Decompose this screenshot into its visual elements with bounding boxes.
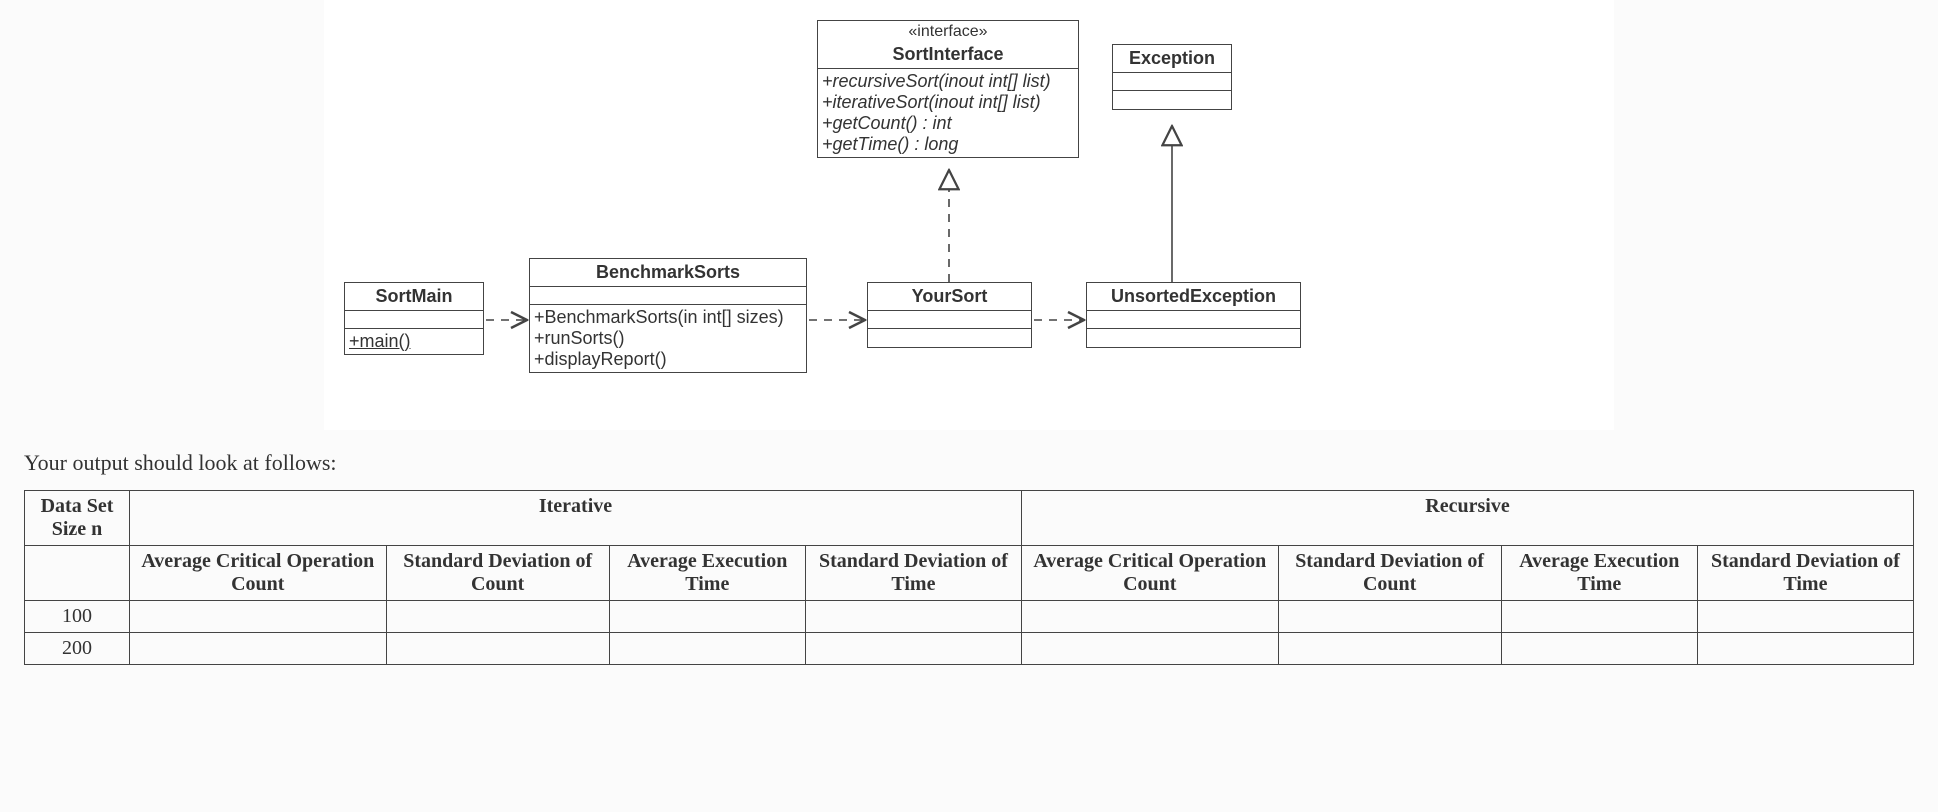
cell <box>386 601 609 633</box>
cell <box>1697 633 1913 665</box>
operation: +main() <box>349 331 479 352</box>
class-yoursort: YourSort <box>867 282 1032 348</box>
operations: +BenchmarkSorts(in int[] sizes) +runSort… <box>530 305 806 372</box>
operation: +getCount() : int <box>822 113 1074 134</box>
cell <box>130 633 387 665</box>
operation: +runSorts() <box>534 328 802 349</box>
cell <box>1021 633 1278 665</box>
table-row: 200 <box>25 633 1914 665</box>
table-header-row: Data Set Size n Iterative Recursive <box>25 491 1914 546</box>
attributes <box>345 311 483 329</box>
output-caption: Your output should look at follows: <box>24 450 1938 476</box>
cell <box>609 633 805 665</box>
class-name: SortInterface <box>818 41 1078 69</box>
cell <box>1501 601 1697 633</box>
operations <box>1087 329 1300 347</box>
dataset-size-value: 100 <box>25 601 130 633</box>
header-recursive: Recursive <box>1021 491 1913 546</box>
operation: +iterativeSort(inout int[] list) <box>822 92 1074 113</box>
class-benchmarksorts: BenchmarkSorts +BenchmarkSorts(in int[] … <box>529 258 807 373</box>
header-iterative: Iterative <box>130 491 1022 546</box>
attributes <box>1087 311 1300 329</box>
class-name: SortMain <box>345 283 483 311</box>
operations <box>868 329 1031 347</box>
subheader: Standard Deviation of Count <box>386 546 609 601</box>
class-sortmain: SortMain +main() <box>344 282 484 355</box>
subheader: Average Critical Operation Count <box>1021 546 1278 601</box>
subheader-empty <box>25 546 130 601</box>
operations <box>1113 91 1231 109</box>
cell <box>130 601 387 633</box>
cell <box>1021 601 1278 633</box>
subheader: Standard Deviation of Time <box>805 546 1021 601</box>
output-table: Data Set Size n Iterative Recursive Aver… <box>24 490 1914 665</box>
dataset-size-value: 200 <box>25 633 130 665</box>
subheader: Average Critical Operation Count <box>130 546 387 601</box>
class-exception: Exception <box>1112 44 1232 110</box>
operation: +displayReport() <box>534 349 802 370</box>
stereotype: «interface» <box>818 21 1078 41</box>
cell <box>805 601 1021 633</box>
attributes <box>1113 73 1231 91</box>
subheader: Average Execution Time <box>609 546 805 601</box>
class-name: BenchmarkSorts <box>530 259 806 287</box>
operation: +recursiveSort(inout int[] list) <box>822 71 1074 92</box>
header-dataset-size: Data Set Size n <box>25 491 130 546</box>
attributes <box>530 287 806 305</box>
cell <box>1501 633 1697 665</box>
subheader: Average Execution Time <box>1501 546 1697 601</box>
cell <box>1278 633 1501 665</box>
operations: +recursiveSort(inout int[] list) +iterat… <box>818 69 1078 157</box>
class-sortinterface: «interface» SortInterface +recursiveSort… <box>817 20 1079 158</box>
operation: +BenchmarkSorts(in int[] sizes) <box>534 307 802 328</box>
attributes <box>868 311 1031 329</box>
class-unsortedexception: UnsortedException <box>1086 282 1301 348</box>
operations: +main() <box>345 329 483 354</box>
cell <box>609 601 805 633</box>
class-name: UnsortedException <box>1087 283 1300 311</box>
uml-class-diagram: «interface» SortInterface +recursiveSort… <box>324 0 1614 430</box>
operation: +getTime() : long <box>822 134 1074 155</box>
subheader: Standard Deviation of Time <box>1697 546 1913 601</box>
table-subheader-row: Average Critical Operation Count Standar… <box>25 546 1914 601</box>
class-name: Exception <box>1113 45 1231 73</box>
cell <box>805 633 1021 665</box>
cell <box>1697 601 1913 633</box>
table-row: 100 <box>25 601 1914 633</box>
cell <box>1278 601 1501 633</box>
subheader: Standard Deviation of Count <box>1278 546 1501 601</box>
cell <box>386 633 609 665</box>
class-name: YourSort <box>868 283 1031 311</box>
